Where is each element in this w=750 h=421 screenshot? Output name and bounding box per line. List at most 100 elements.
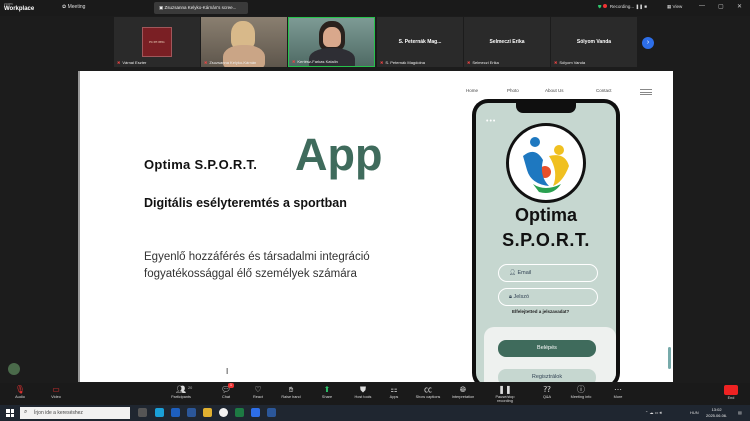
participant-tile[interactable]: ELTE PPK ✖ Várnai Eszter [114,17,200,67]
pause-recording-button[interactable]: ❚❚ Pause/stop recording [490,385,520,403]
qa-button[interactable]: ⁇ Q&A [532,385,562,399]
captions-button[interactable]: ㏄ Show captions [413,385,443,399]
phone-app-name-2: S.P.O.R.T. [502,230,590,250]
word-icon[interactable] [187,408,196,417]
cc-icon: ㏄ [424,385,432,394]
participant-display-name: Sólyom Vanda [576,39,612,45]
excel-icon[interactable] [235,408,244,417]
host-tools-button[interactable]: ⛊ Host tools [348,385,378,399]
audio-button[interactable]: 🎙︎ Audio [5,385,35,399]
notification-icon[interactable]: ▤ [738,410,742,415]
person-body [309,48,355,66]
file-explorer-icon[interactable] [203,408,212,417]
end-icon[interactable] [724,385,738,395]
view-label: View [672,4,683,9]
user-icon: 👤︎ [509,270,518,276]
chat-button[interactable]: 💬︎ Chat [211,385,241,399]
participant-tile[interactable]: Selmeczi Erika ✖ Selmeczi Erika [464,17,550,67]
hand-icon: ✋︎ [288,385,294,394]
nav-home[interactable]: Home [466,88,478,93]
minimize-icon[interactable]: — [699,3,705,9]
mic-muted-icon: ✖ [380,60,384,65]
chat-badge: 1 [228,383,234,388]
mic-muted-icon: ✖ [292,59,296,64]
more-icon: ⋯ [614,385,622,394]
phone-mockup: ••• Optima S.P.O.R.T. 👤︎ Email 🔒︎ Jelszó… [472,99,620,382]
stop-icon[interactable]: ■ [644,4,647,9]
register-button[interactable]: Regisztrálok [498,369,596,382]
self-avatar[interactable] [8,363,20,375]
participant-tile[interactable]: ✖ Zsuzsanna Kelyko-Kárnán [201,17,287,67]
chrome-icon[interactable] [219,408,228,417]
participant-name: ✖ Selmeczi Erika [467,60,499,65]
react-button[interactable]: ♡ React [243,385,273,399]
outlook-icon[interactable] [171,408,180,417]
participant-name: ✖ Sólyom Vanda [554,60,586,65]
next-page-arrow-icon[interactable]: › [642,37,654,49]
raise-hand-button[interactable]: ✋︎ Raise hand [276,385,306,399]
phone-screen: ••• Optima S.P.O.R.T. 👤︎ Email 🔒︎ Jelszó… [476,103,616,382]
phone-notch [516,103,576,113]
participant-tile-active[interactable]: ✖ Kertész-Farkas Katalin [288,17,375,67]
mic-muted-icon: ✖ [204,60,208,65]
view-button[interactable]: ▦ View [667,4,682,10]
nav-about[interactable]: About Us [545,88,564,93]
nav-contact[interactable]: Contact [596,88,612,93]
meeting-label: Meeting [67,4,86,10]
heart-icon: ♡ [254,385,262,394]
zoom-app-icon[interactable] [251,408,260,417]
slide-description: Egyenlő hozzáférés és társadalmi integrá… [144,251,370,280]
nav-photo[interactable]: Photo [507,88,519,93]
taskbar-search-input[interactable]: ⌕ Írjon ide a kereséshez [20,407,130,419]
recording-indicator[interactable]: ⛊ Recording... ❚❚ ■ [598,4,647,10]
tray-icons[interactable]: ⌃ ☁ ▭ 🔊︎ [645,410,662,415]
clock-time: 13:02 [711,407,722,412]
camera-off-icon: ▭ [52,385,60,394]
share-banner-text: Zsuzsanna Kelyko-Kárnán's scree... [164,5,237,10]
meeting-menu[interactable]: ✿ Meeting [62,4,85,10]
apps-button[interactable]: ⚏ Apps [379,385,409,399]
login-button[interactable]: Belépés [498,340,596,357]
windows-start-icon[interactable] [6,409,14,417]
scrollbar-thumb[interactable] [668,347,671,369]
forgot-password-link[interactable]: Elfelejtetted a jelszavadat? [512,309,569,314]
edge-icon[interactable] [155,408,164,417]
video-button[interactable]: ▭ Video [41,385,71,399]
elte-logo: ELTE PPK [142,27,172,57]
mic-muted-icon: 🎙︎ [14,385,26,394]
interpretation-button[interactable]: 🌐︎ Interpretation [448,385,478,399]
recording-label: Recording... [609,4,635,9]
meeting-info-button[interactable]: ⓘ Meeting info [566,385,596,399]
slide-title: Optima S.P.O.R.T. [144,157,258,172]
task-view-icon[interactable] [138,408,147,417]
end-button-label[interactable]: End [720,396,742,400]
participant-tile[interactable]: S. Peternák Mag... ✖ S. Peternák Magdolna [377,17,463,67]
password-field[interactable]: 🔒︎ Jelszó [498,288,598,306]
language-indicator[interactable]: HUN [690,410,699,415]
participant-display-name: S. Peternák Mag... [398,39,442,45]
share-banner[interactable]: ▣ Zsuzsanna Kelyko-Kárnán's scree... [154,2,248,14]
dots-menu-icon[interactable]: ••• [486,118,496,125]
more-button[interactable]: ⋯ More [603,385,633,399]
qa-icon: ⁇ [543,385,551,394]
participant-tile[interactable]: Sólyom Vanda ✖ Sólyom Vanda [551,17,637,67]
pause-icon[interactable]: ❚❚ [635,4,643,9]
word-icon-2[interactable] [267,408,276,417]
share-button[interactable]: ⬆ Share [312,385,342,399]
taskbar-clock[interactable]: 13:02 2025.06.06. [706,407,727,418]
person-face [323,27,341,47]
shared-screen: Home Photo About Us Contact Optima S.P.O… [78,71,673,382]
brand-big: Workplace [4,6,35,12]
email-field[interactable]: 👤︎ Email [498,264,598,282]
slide-subtitle: Digitális esélyteremtés a sportban [144,196,347,210]
phone-app-name: Optima [514,205,577,225]
participant-name: ✖ Zsuzsanna Kelyko-Kárnán [204,60,257,65]
meeting-toolbar: 🎙︎ Audio ▭ Video 👥︎ Participants 20 💬︎ Chat … [0,383,750,405]
search-icon: ⌕ [24,409,28,415]
windows-taskbar: ⌕ Írjon ide a kereséshez ⌃ ☁ ▭ 🔊︎ HUN 13… [0,405,750,421]
maximize-icon[interactable]: ▢ [718,3,724,10]
hamburger-menu-icon[interactable] [640,89,652,97]
participant-display-name: Selmeczi Erika [489,39,525,45]
screen-share-icon: ▣ [159,5,164,10]
close-icon[interactable]: ✕ [737,3,742,10]
